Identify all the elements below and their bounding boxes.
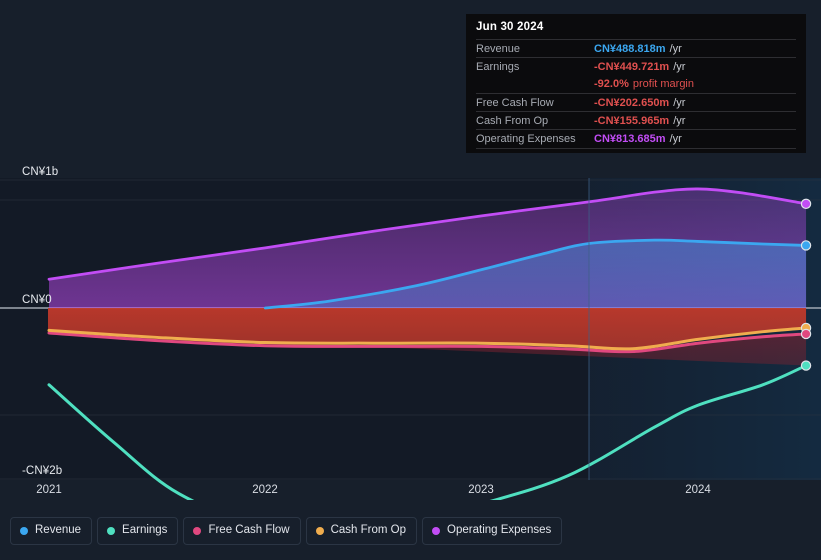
tooltip-row-profit-margin: -92.0% profit margin bbox=[476, 76, 796, 93]
tooltip-row-key: Cash From Op bbox=[476, 114, 549, 127]
legend-item-free-cash-flow[interactable]: Free Cash Flow bbox=[183, 517, 301, 545]
legend-color-dot-icon bbox=[315, 527, 324, 535]
y-axis-label-0: CN¥0 bbox=[22, 294, 52, 306]
tooltip-rows: Revenue CN¥488.818m/yr Earnings -CN¥449.721… bbox=[476, 39, 796, 149]
x-axis-label-2024: 2024 bbox=[685, 484, 711, 496]
tooltip-row-free-cash-flow: Free Cash Flow -CN¥202.650m/yr bbox=[476, 92, 796, 111]
legend-item-label: Earnings bbox=[122, 524, 168, 537]
legend-item-operating-expenses[interactable]: Operating Expenses bbox=[422, 517, 563, 545]
x-axis-label-2022: 2022 bbox=[252, 484, 278, 496]
tooltip-date: Jun 30 2024 bbox=[476, 21, 544, 33]
legend-item-label: Operating Expenses bbox=[447, 524, 552, 537]
tooltip-row-cash-from-op: Cash From Op -CN¥155.965m/yr bbox=[476, 111, 796, 129]
chart-legend: Revenue Earnings Free Cash Flow Cash From O… bbox=[10, 517, 563, 545]
tooltip-row-value: CN¥813.685m bbox=[594, 133, 666, 146]
tooltip-row-unit: /yr bbox=[673, 60, 686, 73]
tooltip-row-value: CN¥488.818m bbox=[594, 42, 666, 55]
legend-item-label: Cash From Op bbox=[330, 524, 407, 537]
chart-page: CN¥1b CN¥0 -CN¥2b 2021 2022 2023 2024 Ju… bbox=[0, 0, 821, 560]
tooltip-row-unit: /yr bbox=[669, 133, 682, 146]
legend-color-dot-icon bbox=[193, 527, 202, 535]
tooltip-row-key: Revenue bbox=[476, 42, 521, 55]
legend-color-dot-icon bbox=[107, 527, 116, 535]
tooltip-row-value: -CN¥449.721m bbox=[594, 60, 670, 73]
tooltip-row-unit: /yr bbox=[673, 114, 686, 127]
tooltip-row-value: -CN¥155.965m bbox=[594, 114, 670, 127]
tooltip-row-unit: /yr bbox=[673, 96, 686, 109]
y-axis-label-1b: CN¥1b bbox=[22, 166, 59, 178]
legend-item-revenue[interactable]: Revenue bbox=[10, 517, 93, 545]
legend-item-label: Free Cash Flow bbox=[208, 524, 290, 537]
tooltip-row-key: Free Cash Flow bbox=[476, 96, 554, 109]
tooltip-row-revenue: Revenue CN¥488.818m/yr bbox=[476, 39, 796, 57]
tooltip-row-earnings: Earnings -CN¥449.721m/yr bbox=[476, 57, 796, 75]
legend-item-earnings[interactable]: Earnings bbox=[97, 517, 179, 545]
tooltip-row-unit: /yr bbox=[669, 42, 682, 55]
tooltip-row-value: -CN¥202.650m bbox=[594, 96, 670, 109]
tooltip-row-key: Earnings bbox=[476, 60, 520, 73]
y-axis-label-neg2b: -CN¥2b bbox=[22, 465, 63, 477]
tooltip-row-operating-expenses: Operating Expenses CN¥813.685m/yr bbox=[476, 129, 796, 149]
x-axis-label-2023: 2023 bbox=[468, 484, 494, 496]
tooltip-row-value: -92.0% bbox=[594, 78, 629, 91]
chart-tooltip: Jun 30 2024 Revenue CN¥488.818m/yr Earning… bbox=[466, 14, 806, 153]
legend-item-cash-from-op[interactable]: Cash From Op bbox=[305, 517, 418, 545]
tooltip-row-note: profit margin bbox=[632, 78, 694, 91]
legend-item-label: Revenue bbox=[35, 524, 82, 537]
legend-color-dot-icon bbox=[432, 527, 441, 535]
legend-color-dot-icon bbox=[20, 527, 28, 535]
tooltip-row-key: Operating Expenses bbox=[476, 133, 576, 146]
x-axis-label-2021: 2021 bbox=[36, 484, 62, 496]
